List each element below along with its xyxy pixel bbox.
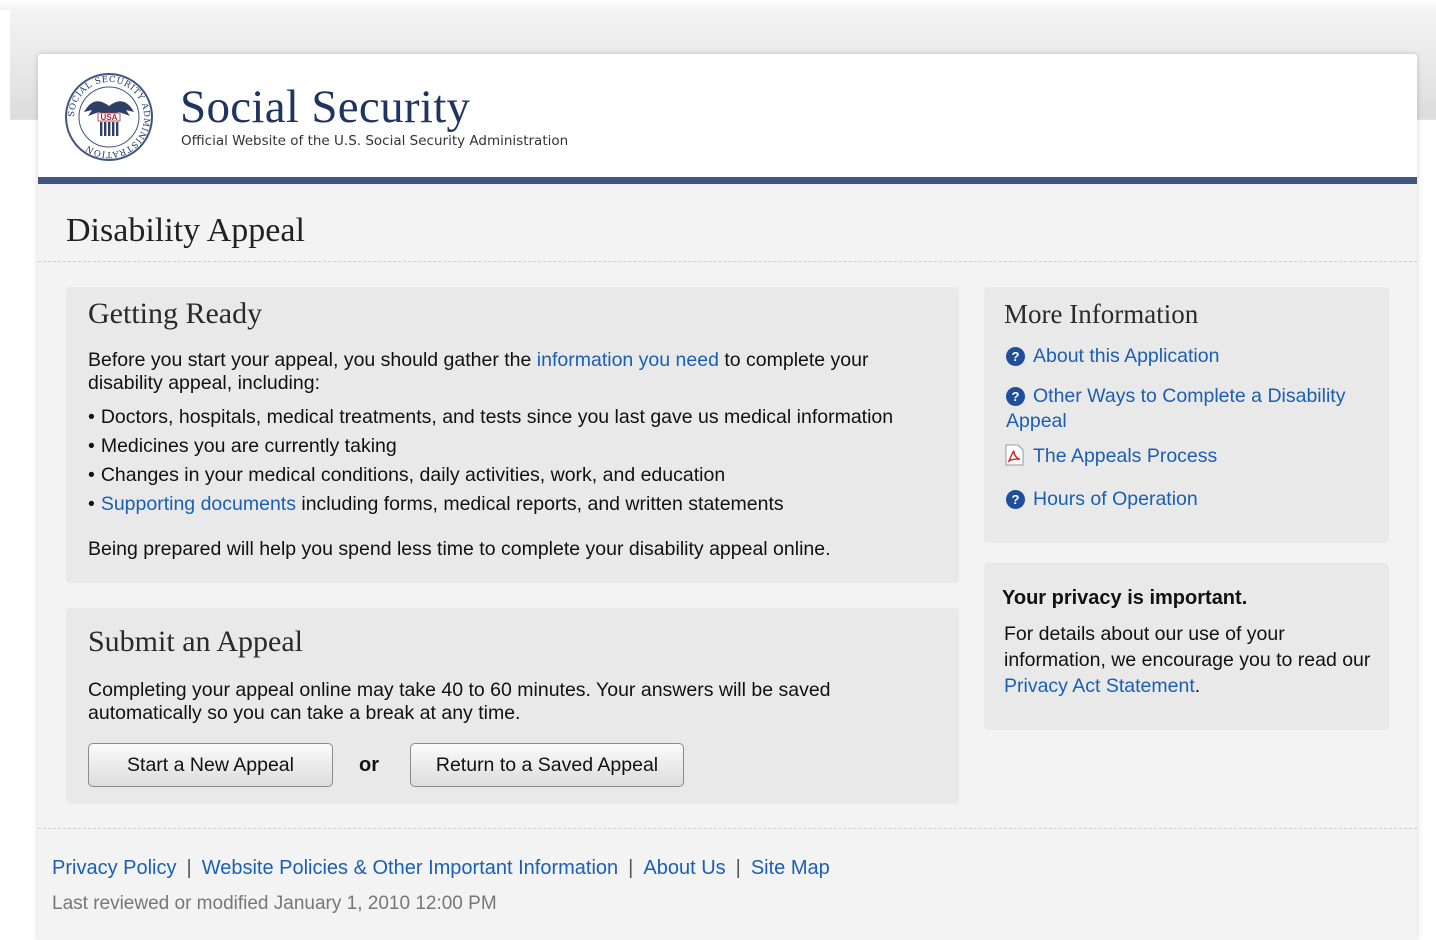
return-to-saved-appeal-button[interactable]: Return to a Saved Appeal	[410, 743, 684, 787]
divider	[38, 261, 1417, 262]
site-header: SOCIAL SECURITY ADMINISTRATION USA Socia…	[38, 54, 1417, 184]
submit-appeal-heading: Submit an Appeal	[88, 625, 303, 658]
pdf-icon	[1005, 444, 1024, 466]
getting-ready-intro: Before you start your appeal, you should…	[88, 349, 869, 394]
privacy-text: For details about our use of your inform…	[1004, 623, 1371, 697]
other-ways-link[interactable]: ? Other Ways to Complete a Disability App…	[1006, 384, 1376, 434]
about-application-link[interactable]: ? About this Application	[1006, 344, 1219, 369]
page-container: SOCIAL SECURITY ADMINISTRATION USA Socia…	[38, 54, 1417, 940]
page-margin	[0, 10, 10, 940]
getting-ready-heading: Getting Ready	[88, 297, 263, 330]
list-item: Doctors, hospitals, medical treatments, …	[88, 406, 956, 435]
more-information-heading: More Information	[1004, 299, 1199, 329]
last-modified-text: Last reviewed or modified January 1, 201…	[52, 893, 497, 914]
separator: |	[735, 857, 741, 879]
getting-ready-closing: Being prepared will help you spend less …	[88, 538, 831, 560]
checklist: Doctors, hospitals, medical treatments, …	[88, 406, 956, 522]
start-new-appeal-button[interactable]: Start a New Appeal	[88, 743, 333, 787]
or-label: or	[359, 754, 379, 776]
privacy-heading: Your privacy is important.	[1002, 587, 1248, 609]
submit-appeal-panel: Submit an Appeal Completing your appeal …	[66, 608, 959, 804]
supporting-documents-link[interactable]: Supporting documents	[101, 493, 296, 515]
list-item: Medicines you are currently taking	[88, 435, 956, 464]
footer-links: Privacy Policy | Website Policies & Other …	[52, 857, 830, 880]
privacy-act-statement-link[interactable]: Privacy Act Statement	[1004, 675, 1195, 697]
information-you-need-link[interactable]: information you need	[537, 349, 719, 371]
list-item: Supporting documents including forms, me…	[88, 493, 956, 522]
site-title[interactable]: Social Security	[180, 80, 470, 134]
appeals-process-link[interactable]: The Appeals Process	[1003, 444, 1217, 469]
separator: |	[186, 857, 192, 879]
help-icon: ?	[1006, 347, 1025, 366]
getting-ready-panel: Getting Ready Before you start your appe…	[66, 287, 959, 583]
site-subtitle: Official Website of the U.S. Social Secu…	[181, 133, 569, 149]
separator: |	[628, 857, 634, 879]
more-information-panel: More Information ? About this Application…	[984, 287, 1389, 543]
list-item: Changes in your medical conditions, dail…	[88, 464, 956, 493]
divider	[38, 828, 1417, 829]
ssa-seal-logo[interactable]: SOCIAL SECURITY ADMINISTRATION USA	[64, 72, 154, 162]
help-icon: ?	[1006, 387, 1025, 406]
page-title: Disability Appeal	[66, 212, 305, 249]
submit-appeal-text: Completing your appeal online may take 4…	[88, 679, 831, 724]
website-policies-link[interactable]: Website Policies & Other Important Infor…	[202, 857, 618, 879]
privacy-panel: Your privacy is important. For details a…	[984, 563, 1389, 730]
privacy-policy-link[interactable]: Privacy Policy	[52, 857, 176, 879]
help-icon: ?	[1006, 490, 1025, 509]
about-us-link[interactable]: About Us	[643, 857, 725, 879]
svg-text:USA: USA	[101, 113, 118, 122]
site-map-link[interactable]: Site Map	[751, 857, 830, 879]
hours-of-operation-link[interactable]: ? Hours of Operation	[1006, 487, 1198, 512]
